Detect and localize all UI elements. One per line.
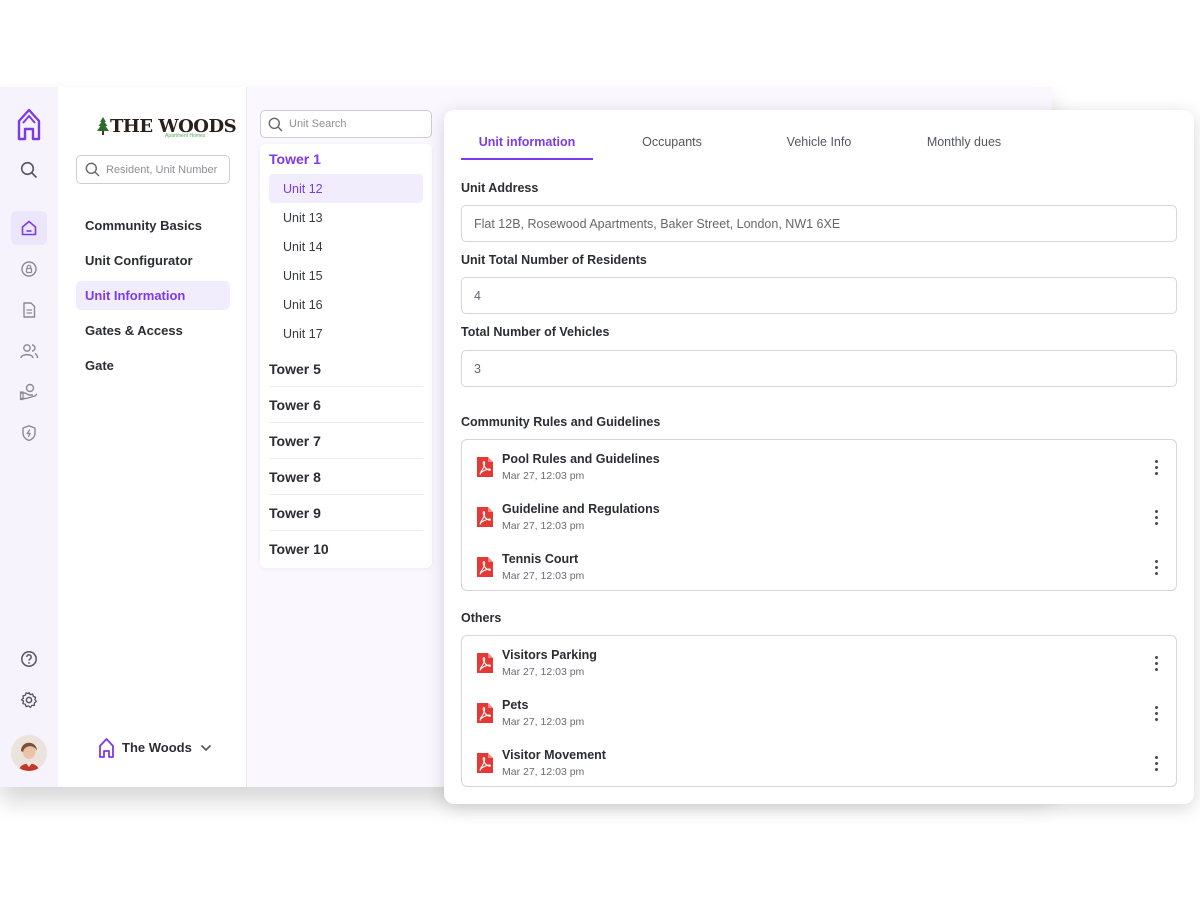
vehicles-count-label: Total Number of Vehicles [461, 325, 610, 339]
document-icon[interactable] [11, 293, 47, 327]
users-icon[interactable] [11, 334, 47, 368]
document-title: Tennis Court [502, 552, 579, 566]
document-title: Visitor Movement [502, 748, 606, 762]
help-icon[interactable] [11, 642, 47, 676]
tower-item[interactable]: Tower 6 [269, 387, 423, 423]
document-row[interactable]: Pool Rules and Guidelines Mar 27, 12:03 … [462, 450, 1176, 490]
document-timestamp: Mar 27, 12:03 pm [502, 716, 585, 728]
document-row[interactable]: Tennis Court Mar 27, 12:03 pm [462, 550, 1176, 590]
unit-search-input[interactable] [289, 118, 419, 130]
rules-heading: Community Rules and Guidelines [461, 415, 661, 429]
more-vertical-icon[interactable] [1148, 652, 1164, 674]
document-timestamp: Mar 27, 12:03 pm [502, 570, 585, 582]
tower-item[interactable]: Tower 7 [269, 423, 423, 459]
lock-icon[interactable] [11, 252, 47, 286]
document-row[interactable]: Visitors Parking Mar 27, 12:03 pm [462, 646, 1176, 686]
document-title: Pets [502, 698, 529, 712]
unit-item[interactable]: Unit 17 [269, 319, 423, 348]
more-vertical-icon[interactable] [1148, 752, 1164, 774]
document-title: Pool Rules and Guidelines [502, 452, 660, 466]
pdf-icon [477, 653, 493, 673]
icon-rail [0, 87, 58, 787]
home-logo-icon [99, 738, 114, 758]
settings-icon[interactable] [11, 683, 47, 717]
document-timestamp: Mar 27, 12:03 pm [502, 766, 585, 778]
unit-item[interactable]: Unit 14 [269, 232, 423, 261]
pdf-icon [477, 703, 493, 723]
avatar[interactable] [11, 735, 47, 771]
home-icon[interactable] [11, 211, 47, 245]
unit-item[interactable]: Unit 15 [269, 261, 423, 290]
tower-item-expanded[interactable]: Tower 1 [269, 151, 321, 167]
nav-gate[interactable]: Gate [76, 351, 230, 380]
tower-item[interactable]: Tower 9 [269, 495, 423, 531]
pdf-icon [477, 457, 493, 477]
pdf-icon [477, 753, 493, 773]
document-timestamp: Mar 27, 12:03 pm [502, 666, 585, 678]
tree-icon [97, 117, 109, 135]
unit-address-field[interactable]: Flat 12B, Rosewood Apartments, Baker Str… [461, 205, 1177, 242]
community-name: The Woods [122, 740, 192, 755]
unit-detail-card: Unit information Occupants Vehicle Info … [444, 110, 1194, 804]
document-timestamp: Mar 27, 12:03 pm [502, 470, 585, 482]
more-vertical-icon[interactable] [1148, 702, 1164, 724]
document-timestamp: Mar 27, 12:03 pm [502, 520, 585, 532]
unit-search-field[interactable] [260, 110, 432, 138]
pdf-icon [477, 557, 493, 577]
tower-list: Tower 1 Unit 12 Unit 13 Unit 14 Unit 15 … [260, 144, 432, 568]
nav-community-basics[interactable]: Community Basics [76, 211, 230, 240]
tab-unit-information[interactable]: Unit information [461, 135, 593, 157]
tab-occupants[interactable]: Occupants [608, 135, 736, 157]
tower-item[interactable]: Tower 8 [269, 459, 423, 495]
more-vertical-icon[interactable] [1148, 556, 1164, 578]
more-vertical-icon[interactable] [1148, 506, 1164, 528]
chevron-down-icon [200, 744, 211, 751]
brand-logo: THE WOODS Apartment Homes [96, 114, 237, 139]
unit-address-label: Unit Address [461, 181, 539, 195]
shield-bolt-icon[interactable] [11, 416, 47, 450]
active-tab-indicator [461, 158, 593, 160]
tab-vehicle-info[interactable]: Vehicle Info [755, 135, 883, 157]
sidebar: THE WOODS Apartment Homes Community Basi… [58, 87, 247, 787]
search-icon [268, 117, 283, 131]
document-title: Guideline and Regulations [502, 502, 660, 516]
unit-item-active[interactable]: Unit 12 [269, 174, 423, 203]
document-title: Visitors Parking [502, 648, 597, 662]
hand-coin-icon[interactable] [11, 375, 47, 409]
residents-count-label: Unit Total Number of Residents [461, 253, 647, 267]
residents-count-field[interactable]: 4 [461, 277, 1177, 314]
search-icon [85, 162, 100, 177]
brand-tagline: Apartment Homes [165, 133, 206, 139]
community-switcher[interactable]: The Woods [98, 737, 212, 758]
rules-document-list: Pool Rules and Guidelines Mar 27, 12:03 … [461, 439, 1177, 591]
home-outline-icon[interactable] [11, 107, 47, 141]
document-row[interactable]: Guideline and Regulations Mar 27, 12:03 … [462, 500, 1176, 540]
unit-item[interactable]: Unit 16 [269, 290, 423, 319]
tower-item[interactable]: Tower 5 [269, 351, 423, 387]
nav-gates-access[interactable]: Gates & Access [76, 316, 230, 345]
document-row[interactable]: Visitor Movement Mar 27, 12:03 pm [462, 746, 1176, 786]
resident-search-input[interactable] [106, 163, 226, 176]
tab-monthly-dues[interactable]: Monthly dues [900, 135, 1028, 157]
document-row[interactable]: Pets Mar 27, 12:03 pm [462, 696, 1176, 736]
tower-item[interactable]: Tower 10 [269, 531, 423, 567]
others-document-list: Visitors Parking Mar 27, 12:03 pm Pets M… [461, 635, 1177, 787]
resident-search-field[interactable] [76, 155, 230, 184]
unit-item[interactable]: Unit 13 [269, 203, 423, 232]
vehicles-count-field[interactable]: 3 [461, 350, 1177, 387]
nav-unit-information[interactable]: Unit Information [76, 281, 230, 310]
search-icon[interactable] [11, 153, 47, 187]
others-heading: Others [461, 611, 502, 625]
pdf-icon [477, 507, 493, 527]
more-vertical-icon[interactable] [1148, 456, 1164, 478]
nav-unit-configurator[interactable]: Unit Configurator [76, 246, 230, 275]
